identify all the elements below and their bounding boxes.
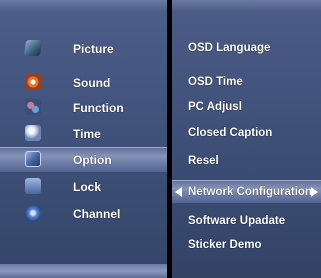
sub-menu-item-network-configuration[interactable]: Network Configuration — [172, 180, 321, 204]
arrow-right-icon[interactable] — [311, 187, 318, 197]
function-icon — [25, 99, 41, 115]
main-menu-item-function[interactable]: Function — [0, 95, 167, 121]
main-menu-bottom-bar — [0, 264, 167, 278]
main-menu-item-picture[interactable]: Picture — [0, 36, 167, 62]
sub-menu-item-pc-adjust[interactable]: PC Adjusl — [172, 95, 321, 119]
sub-menu-item-closed-caption[interactable]: Closed Caption — [172, 121, 321, 145]
main-menu-item-label: Time — [73, 127, 101, 141]
sound-icon — [25, 74, 41, 90]
sub-menu-panel: OSD Language OSD Time PC Adjusl Closed C… — [172, 0, 321, 278]
main-menu-panel: Picture Sound Function Time Option Lock … — [0, 0, 167, 278]
main-menu-item-label: Option — [73, 153, 112, 167]
sub-menu-item-label: Network Configuration — [188, 186, 312, 198]
main-menu-item-label: Picture — [73, 42, 114, 56]
arrow-left-icon[interactable] — [175, 187, 182, 197]
sub-menu-item-sticker-demo[interactable]: Sticker Demo — [172, 233, 321, 257]
option-icon — [25, 151, 41, 167]
main-menu-item-channel[interactable]: Channel — [0, 201, 167, 227]
lock-icon — [25, 178, 41, 194]
main-menu-item-label: Channel — [73, 207, 121, 221]
sub-menu-item-reset[interactable]: Resel — [172, 149, 321, 173]
main-menu-item-time[interactable]: Time — [0, 121, 167, 147]
main-menu-item-label: Function — [73, 101, 124, 115]
sub-menu-item-osd-language[interactable]: OSD Language — [172, 36, 321, 60]
main-menu-item-lock[interactable]: Lock — [0, 174, 167, 200]
sub-menu-item-label: Software Upadate — [188, 215, 286, 227]
main-menu-item-label: Lock — [73, 180, 102, 194]
sub-menu-item-label: OSD Time — [188, 76, 243, 88]
sub-menu-item-label: Resel — [188, 155, 219, 167]
sub-menu-item-label: Sticker Demo — [188, 239, 262, 251]
channel-icon — [25, 205, 41, 221]
sub-menu-item-label: PC Adjusl — [188, 101, 242, 113]
picture-icon — [23, 40, 43, 56]
sub-menu-item-osd-time[interactable]: OSD Time — [172, 70, 321, 94]
time-icon — [25, 125, 41, 141]
sub-menu-item-label: OSD Language — [188, 42, 271, 54]
main-menu-item-sound[interactable]: Sound — [0, 70, 167, 96]
main-menu-item-label: Sound — [73, 76, 111, 90]
sub-menu-item-label: Closed Caption — [188, 127, 273, 139]
sub-menu-item-software-update[interactable]: Software Upadate — [172, 209, 321, 233]
main-menu-item-option[interactable]: Option — [0, 147, 167, 173]
